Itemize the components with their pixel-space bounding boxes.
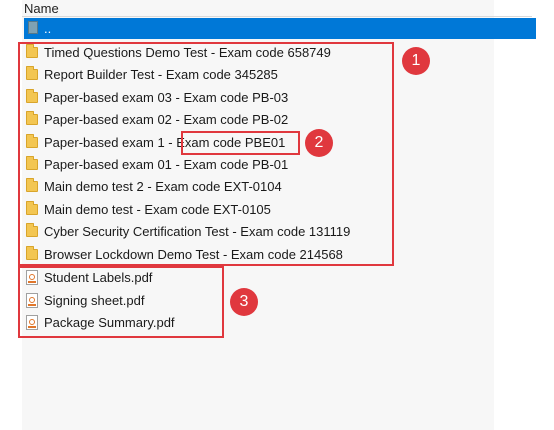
parent-directory-row[interactable]: .. bbox=[24, 18, 536, 39]
parent-folder-icon bbox=[28, 21, 38, 34]
pdf-files-highlight-box bbox=[18, 266, 224, 338]
callout-badge-1: 1 bbox=[402, 47, 430, 75]
callout-badge-3: 3 bbox=[230, 288, 258, 316]
parent-directory-label: .. bbox=[44, 21, 52, 36]
header-divider bbox=[22, 16, 532, 17]
callout-badge-2: 2 bbox=[305, 129, 333, 157]
exam-code-highlight-box bbox=[181, 131, 300, 155]
